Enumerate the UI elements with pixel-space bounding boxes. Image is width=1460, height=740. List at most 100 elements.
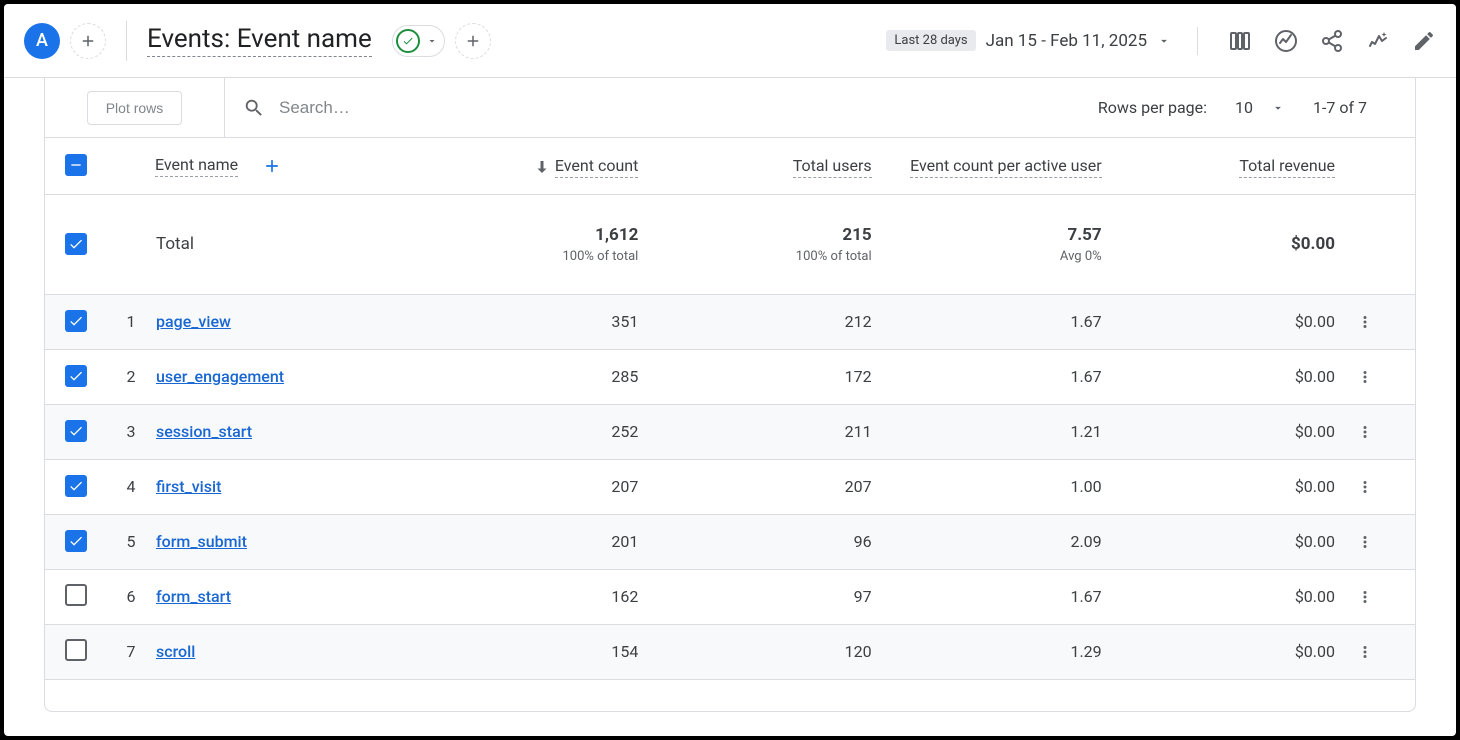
cell-event-count: 207	[425, 459, 658, 514]
row-menu-button[interactable]	[1355, 459, 1415, 514]
add-segment-button[interactable]	[70, 23, 106, 59]
event-name-link[interactable]: user_engagement	[156, 367, 284, 386]
event-name-link[interactable]: first_visit	[156, 477, 221, 496]
add-comparison-button[interactable]	[455, 23, 491, 59]
customize-report-icon[interactable]	[1228, 29, 1252, 53]
caret-down-icon	[1157, 34, 1171, 48]
cell-revenue: $0.00	[1122, 404, 1355, 459]
table-row: 6form_start162971.67$0.00	[45, 569, 1415, 624]
caret-down-icon	[426, 35, 438, 47]
totals-per-user: 7.57	[893, 225, 1102, 245]
col-event-count[interactable]: Event count	[555, 156, 638, 178]
row-menu-button[interactable]	[1355, 349, 1415, 404]
event-name-link[interactable]: session_start	[156, 422, 252, 441]
cell-total-users: 97	[658, 569, 891, 624]
insights-icon[interactable]	[1274, 29, 1298, 53]
col-per-user[interactable]: Event count per active user	[910, 156, 1102, 178]
table-row: 2user_engagement2851721.67$0.00	[45, 349, 1415, 404]
row-checkbox[interactable]	[65, 639, 87, 661]
rows-per-page-select[interactable]: 10	[1235, 98, 1285, 117]
totals-revenue: $0.00	[1123, 234, 1335, 254]
cell-revenue: $0.00	[1122, 349, 1355, 404]
totals-total-users: 215	[659, 225, 871, 245]
cell-event-count: 162	[425, 569, 658, 624]
cell-per-user: 1.67	[892, 294, 1122, 349]
row-checkbox[interactable]	[65, 475, 87, 497]
cell-total-users: 172	[658, 349, 891, 404]
col-revenue[interactable]: Total revenue	[1239, 156, 1335, 178]
check-circle-icon	[396, 29, 420, 53]
event-name-link[interactable]: form_submit	[156, 532, 247, 551]
date-range-text: Jan 15 - Feb 11, 2025	[986, 31, 1147, 51]
search-input[interactable]	[277, 97, 577, 119]
row-checkbox[interactable]	[65, 310, 87, 332]
col-event-name[interactable]: Event name	[155, 155, 238, 177]
row-menu-button[interactable]	[1355, 404, 1415, 459]
table-row: 4first_visit2072071.00$0.00	[45, 459, 1415, 514]
rows-per-page-value: 10	[1235, 98, 1253, 117]
row-index: 3	[107, 404, 155, 459]
table-row: 5form_submit201962.09$0.00	[45, 514, 1415, 569]
event-name-link[interactable]: scroll	[156, 642, 195, 661]
row-menu-button[interactable]	[1355, 514, 1415, 569]
row-checkbox[interactable]	[65, 420, 87, 442]
row-index: 6	[107, 569, 155, 624]
page-title[interactable]: Events: Event name	[147, 24, 372, 57]
cell-revenue: $0.00	[1122, 459, 1355, 514]
table-row: 1page_view3512121.67$0.00	[45, 294, 1415, 349]
search-icon	[243, 97, 265, 119]
add-dimension-button[interactable]	[262, 156, 282, 176]
table-row: 3session_start2522111.21$0.00	[45, 404, 1415, 459]
cell-revenue: $0.00	[1122, 624, 1355, 679]
rows-per-page-label: Rows per page:	[1098, 98, 1207, 117]
totals-row: Total 1,612100% of total 215100% of tota…	[45, 194, 1415, 294]
events-table: Event name Event count Total users Event…	[45, 138, 1415, 680]
row-menu-button[interactable]	[1355, 624, 1415, 679]
avatar[interactable]: A	[24, 23, 60, 59]
table-toolbar: Plot rows Rows per page: 10 1-7 of 7	[45, 78, 1415, 138]
table-row: 7scroll 1541201.29$0.00	[45, 624, 1415, 679]
status-pill[interactable]	[392, 25, 445, 57]
cell-per-user: 1.29	[892, 624, 1122, 679]
row-index: 1	[107, 294, 155, 349]
share-icon[interactable]	[1320, 29, 1344, 53]
pagination-range: 1-7 of 7	[1313, 98, 1367, 117]
plot-rows-button[interactable]: Plot rows	[87, 91, 183, 125]
divider	[126, 21, 127, 61]
cell-total-users: 120	[658, 624, 891, 679]
row-index: 7	[107, 624, 155, 679]
event-name-link[interactable]: form_start	[156, 587, 231, 606]
row-checkbox[interactable]	[65, 365, 87, 387]
cell-per-user: 1.67	[892, 569, 1122, 624]
report-card: Plot rows Rows per page: 10 1-7 of 7	[44, 78, 1416, 712]
divider	[1197, 27, 1198, 55]
cell-event-count: 201	[425, 514, 658, 569]
cell-total-users: 207	[658, 459, 891, 514]
totals-checkbox[interactable]	[65, 233, 87, 255]
cell-per-user: 1.00	[892, 459, 1122, 514]
sort-desc-icon	[533, 158, 551, 176]
cell-event-count: 154	[425, 624, 658, 679]
date-badge: Last 28 days	[886, 30, 975, 51]
row-index: 4	[107, 459, 155, 514]
cell-event-count: 252	[425, 404, 658, 459]
avatar-letter: A	[36, 30, 48, 51]
cell-total-users: 96	[658, 514, 891, 569]
row-menu-button[interactable]	[1355, 294, 1415, 349]
row-index: 2	[107, 349, 155, 404]
totals-label: Total	[155, 194, 425, 294]
row-index: 5	[107, 514, 155, 569]
row-checkbox[interactable]	[65, 584, 87, 606]
select-all-checkbox[interactable]	[65, 154, 87, 176]
row-menu-button[interactable]	[1355, 569, 1415, 624]
sparkle-icon[interactable]	[1366, 29, 1390, 53]
edit-icon[interactable]	[1412, 29, 1436, 53]
event-name-link[interactable]: page_view	[156, 312, 231, 331]
table-header-row: Event name Event count Total users Event…	[45, 138, 1415, 194]
row-checkbox[interactable]	[65, 530, 87, 552]
date-range-picker[interactable]: Last 28 days Jan 15 - Feb 11, 2025	[886, 30, 1171, 51]
cell-event-count: 285	[425, 349, 658, 404]
col-total-users[interactable]: Total users	[793, 156, 872, 178]
cell-event-count: 351	[425, 294, 658, 349]
cell-total-users: 212	[658, 294, 891, 349]
